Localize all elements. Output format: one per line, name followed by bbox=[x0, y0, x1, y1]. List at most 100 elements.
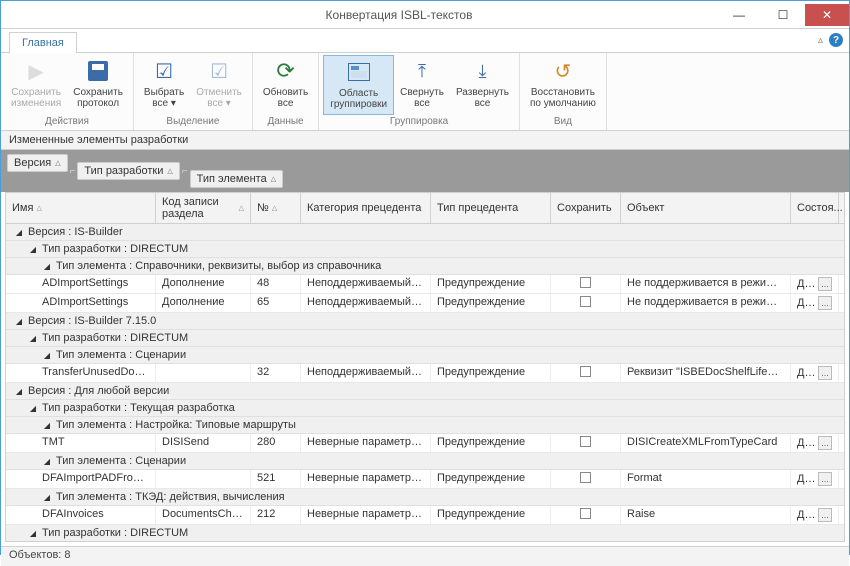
cell-num: 212 bbox=[251, 506, 301, 524]
play-icon: ▶ bbox=[22, 57, 50, 85]
ribbon-collapse-icon[interactable]: ▵ bbox=[818, 35, 823, 46]
window-title: Конвертация ISBL-текстов bbox=[81, 8, 717, 22]
cell-category: Неподдерживаемый объект bbox=[301, 294, 431, 312]
maximize-button[interactable]: ☐ bbox=[761, 4, 805, 26]
checkbox[interactable] bbox=[580, 436, 591, 447]
collapse-all-button[interactable]: ⤒Свернутьвсе bbox=[394, 55, 450, 115]
save-protocol-button[interactable]: Сохранитьпротокол bbox=[67, 55, 129, 115]
cell-type: Предупреждение bbox=[431, 294, 551, 312]
column-header[interactable]: Тип прецедента bbox=[431, 193, 551, 223]
cell-type: Предупреждение bbox=[431, 434, 551, 452]
group-chip[interactable]: Версия △ bbox=[7, 154, 68, 172]
table-row[interactable]: TransferUnusedDocu...32Неподдерживаемый … bbox=[6, 364, 844, 383]
group-row[interactable]: ◢Тип разработки : Текущая разработка bbox=[6, 400, 844, 417]
cell-object: Raise bbox=[621, 506, 791, 524]
help-icon[interactable]: ? bbox=[829, 33, 843, 47]
cell-num: 521 bbox=[251, 470, 301, 488]
cell-save[interactable] bbox=[551, 364, 621, 382]
cell-state: Действу...… bbox=[791, 506, 839, 524]
expand-all-button[interactable]: ⤓Развернутьвсе bbox=[450, 55, 515, 115]
group-row[interactable]: ◢Тип разработки : DIRECTUM bbox=[6, 330, 844, 347]
close-button[interactable]: ✕ bbox=[805, 4, 849, 26]
expander-icon[interactable]: ◢ bbox=[42, 420, 52, 430]
checkbox[interactable] bbox=[580, 472, 591, 483]
ellipsis-button[interactable]: … bbox=[818, 277, 832, 291]
minimize-button[interactable]: — bbox=[717, 4, 761, 26]
table-row[interactable]: DFAImportPADFromE...521Неверные параметр… bbox=[6, 470, 844, 489]
ellipsis-button[interactable]: … bbox=[818, 296, 832, 310]
cell-save[interactable] bbox=[551, 434, 621, 452]
cell-object: Format bbox=[621, 470, 791, 488]
expander-icon[interactable]: ◢ bbox=[14, 316, 24, 326]
group-row[interactable]: ◢Тип элемента : Настройка: Типовые маршр… bbox=[6, 417, 844, 434]
ellipsis-button[interactable]: … bbox=[818, 436, 832, 450]
expander-icon[interactable]: ◢ bbox=[42, 350, 52, 360]
group-row[interactable]: ◢Тип элемента : Сценарии bbox=[6, 347, 844, 364]
column-header[interactable]: Сохранить bbox=[551, 193, 621, 223]
expander-icon[interactable]: ◢ bbox=[28, 403, 38, 413]
cell-save[interactable] bbox=[551, 470, 621, 488]
column-header[interactable]: Имя △ bbox=[6, 193, 156, 223]
ellipsis-button[interactable]: … bbox=[818, 508, 832, 522]
cell-num: 48 bbox=[251, 275, 301, 293]
ribbon: ▶СохранитьизмененияСохранитьпротоколДейс… bbox=[1, 53, 849, 131]
save-icon bbox=[84, 57, 112, 85]
expander-icon[interactable]: ◢ bbox=[42, 261, 52, 271]
column-header[interactable]: Код записи раздела △ bbox=[156, 193, 251, 223]
cell-type: Предупреждение bbox=[431, 275, 551, 293]
group-row[interactable]: ◢Версия : IS-Builder bbox=[6, 224, 844, 241]
tab-main[interactable]: Главная bbox=[9, 32, 77, 53]
select-all-button[interactable]: ☑Выбратьвсе ▾ bbox=[138, 55, 190, 115]
changed-elements-header: Измененные элементы разработки bbox=[1, 131, 849, 150]
group-chip[interactable]: Тип разработки △ bbox=[77, 162, 179, 180]
group-row[interactable]: ◢Версия : IS-Builder 7.15.0 bbox=[6, 313, 844, 330]
group-area-button[interactable]: Областьгруппировки bbox=[323, 55, 394, 115]
group-chip[interactable]: Тип элемента △ bbox=[190, 170, 283, 188]
group-row[interactable]: ◢Тип элемента : Справочники, реквизиты, … bbox=[6, 258, 844, 275]
cell-state: Действу...… bbox=[791, 470, 839, 488]
refresh-all-button[interactable]: ⟳Обновитьвсе bbox=[257, 55, 314, 115]
expander-icon[interactable]: ◢ bbox=[28, 528, 38, 538]
ribbon-group: ☑Выбратьвсе ▾☑Отменитьвсе ▾Выделение bbox=[134, 53, 253, 130]
cell-category: Неподдерживаемый объект bbox=[301, 364, 431, 382]
checkbox[interactable] bbox=[580, 296, 591, 307]
cell-save[interactable] bbox=[551, 275, 621, 293]
checkbox[interactable] bbox=[580, 366, 591, 377]
table-row[interactable]: TMTDISISend280Неверные параметры вызов..… bbox=[6, 434, 844, 453]
save-changes-button: ▶Сохранитьизменения bbox=[5, 55, 67, 115]
table-row[interactable]: ADImportSettingsДополнение65Неподдержива… bbox=[6, 294, 844, 313]
table-row[interactable]: ADImportSettingsДополнение48Неподдержива… bbox=[6, 275, 844, 294]
column-header[interactable]: № △ bbox=[251, 193, 301, 223]
restore-default-button[interactable]: ↺Восстановитьпо умолчанию bbox=[524, 55, 602, 115]
cell-save[interactable] bbox=[551, 294, 621, 312]
cell-category: Неподдерживаемый объект bbox=[301, 275, 431, 293]
column-header[interactable]: Категория прецедента bbox=[301, 193, 431, 223]
expander-icon[interactable]: ◢ bbox=[42, 492, 52, 502]
group-row[interactable]: ◢Версия : Для любой версии bbox=[6, 383, 844, 400]
checkbox[interactable] bbox=[580, 277, 591, 288]
column-header[interactable]: Состоя... bbox=[791, 193, 839, 223]
expander-icon[interactable]: ◢ bbox=[42, 456, 52, 466]
ellipsis-button[interactable]: … bbox=[818, 472, 832, 486]
ribbon-group-title: Действия bbox=[45, 115, 89, 128]
grid-body[interactable]: ◢Версия : IS-Builder◢Тип разработки : DI… bbox=[6, 224, 844, 541]
cell-save[interactable] bbox=[551, 506, 621, 524]
expander-icon[interactable]: ◢ bbox=[28, 244, 38, 254]
checkbox[interactable] bbox=[580, 508, 591, 519]
refresh-icon: ⟳ bbox=[272, 57, 300, 85]
cell-code: Дополнение bbox=[156, 275, 251, 293]
cell-name: ADImportSettings bbox=[6, 275, 156, 293]
group-row[interactable]: ◢Тип элемента : ТКЭД: действия, вычислен… bbox=[6, 489, 844, 506]
column-header[interactable]: Объект bbox=[621, 193, 791, 223]
group-by-panel[interactable]: Версия △⌐Тип разработки △⌐Тип элемента △ bbox=[1, 150, 849, 192]
group-row[interactable]: ◢Тип разработки : DIRECTUM bbox=[6, 525, 844, 541]
group-row[interactable]: ◢Тип элемента : Сценарии bbox=[6, 453, 844, 470]
group-row[interactable]: ◢Тип разработки : DIRECTUM bbox=[6, 241, 844, 258]
expander-icon[interactable]: ◢ bbox=[28, 333, 38, 343]
expander-icon[interactable]: ◢ bbox=[14, 227, 24, 237]
ellipsis-button[interactable]: … bbox=[818, 366, 832, 380]
expander-icon[interactable]: ◢ bbox=[14, 386, 24, 396]
ribbon-group: ⟳ОбновитьвсеДанные bbox=[253, 53, 319, 130]
cell-state: Действу...… bbox=[791, 275, 839, 293]
table-row[interactable]: DFAInvoicesDocumentsChain212Неверные пар… bbox=[6, 506, 844, 525]
